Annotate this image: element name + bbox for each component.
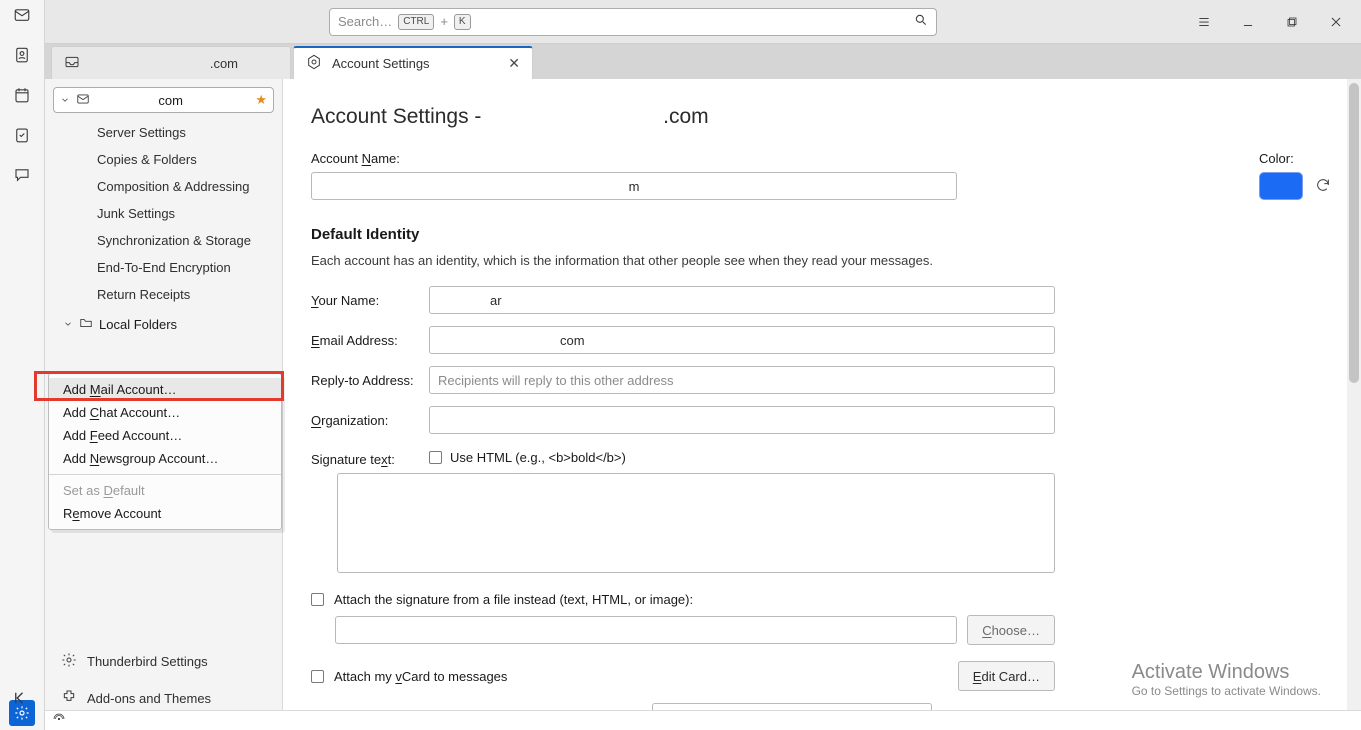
organization-label: Organization: bbox=[311, 413, 423, 428]
default-star-icon: ★ bbox=[255, 92, 267, 108]
signature-text-label: Signature text: bbox=[311, 452, 423, 467]
window-controls bbox=[1197, 15, 1353, 29]
account-name-input[interactable] bbox=[311, 172, 957, 200]
page-title: Account Settings - .com bbox=[311, 105, 1331, 129]
window-restore-icon[interactable] bbox=[1285, 15, 1299, 29]
chevron-down-icon bbox=[60, 93, 70, 108]
tab-close-icon[interactable]: ✕ bbox=[508, 55, 520, 72]
color-label: Color: bbox=[1259, 151, 1331, 166]
edit-card-button[interactable]: Edit Card… bbox=[958, 661, 1055, 691]
account-color-swatch[interactable] bbox=[1259, 172, 1303, 200]
account-settings-list: Server Settings Copies & Folders Composi… bbox=[53, 119, 274, 308]
status-bar bbox=[45, 710, 1361, 730]
sidebar-item-receipts[interactable]: Return Receipts bbox=[53, 281, 274, 308]
folder-icon bbox=[79, 316, 93, 333]
settings-hex-icon bbox=[306, 54, 322, 73]
content-scrollbar[interactable] bbox=[1347, 79, 1361, 730]
gear-icon bbox=[61, 652, 77, 671]
menu-set-default: Set as Default bbox=[49, 479, 281, 502]
inbox-icon bbox=[64, 54, 80, 73]
tabstrip: .com Account Settings ✕ bbox=[45, 44, 1361, 79]
reply-to-input[interactable] bbox=[429, 366, 1055, 394]
address-book-icon[interactable] bbox=[13, 46, 31, 64]
organization-input[interactable] bbox=[429, 406, 1055, 434]
sidebar-item-server[interactable]: Server Settings bbox=[53, 119, 274, 146]
search-icon bbox=[914, 13, 928, 30]
search-placeholder: Search… bbox=[338, 14, 392, 29]
sidebar-item-copies[interactable]: Copies & Folders bbox=[53, 146, 274, 173]
identity-heading: Default Identity bbox=[311, 226, 1331, 243]
tab-account-settings[interactable]: Account Settings ✕ bbox=[293, 46, 533, 79]
choose-file-button[interactable]: Choose… bbox=[967, 615, 1055, 645]
kbd-ctrl: CTRL bbox=[398, 14, 434, 30]
chevron-down-icon bbox=[63, 317, 73, 332]
menu-remove-account[interactable]: Remove Account bbox=[49, 502, 281, 525]
kbd-k: K bbox=[454, 14, 471, 30]
content-pane: Account Settings - .com Account Name: bbox=[283, 79, 1361, 730]
signature-textarea[interactable] bbox=[337, 473, 1055, 573]
menu-add-chat-account[interactable]: Add Chat Account… bbox=[49, 401, 281, 424]
reply-to-label: Reply-to Address: bbox=[311, 373, 423, 388]
window-minimize-icon[interactable] bbox=[1241, 15, 1255, 29]
titlebar: Search… CTRL + K bbox=[45, 0, 1361, 44]
reset-color-icon[interactable] bbox=[1315, 177, 1331, 196]
email-label: Email Address: bbox=[311, 333, 423, 348]
collapse-activity-bar-icon[interactable] bbox=[12, 689, 30, 710]
attach-vcard-checkbox[interactable] bbox=[311, 670, 324, 683]
email-input[interactable] bbox=[429, 326, 1055, 354]
activity-bar bbox=[0, 0, 45, 730]
attach-file-checkbox[interactable] bbox=[311, 593, 324, 606]
menu-add-mail-account[interactable]: Add Mail Account… bbox=[49, 378, 281, 401]
use-html-label: Use HTML (e.g., <b>bold</b>) bbox=[450, 450, 626, 465]
tasks-icon[interactable] bbox=[13, 126, 31, 144]
account-name-label: Account Name: bbox=[311, 151, 957, 166]
tab-label: Account Settings bbox=[332, 56, 498, 71]
menu-add-newsgroup-account[interactable]: Add Newsgroup Account… bbox=[49, 447, 281, 470]
your-name-label: Your Name: bbox=[311, 293, 423, 308]
attach-vcard-label: Attach my vCard to messages bbox=[334, 669, 507, 684]
use-html-checkbox[interactable] bbox=[429, 451, 442, 464]
thunderbird-settings-link[interactable]: Thunderbird Settings bbox=[53, 644, 274, 679]
sidebar-item-e2e[interactable]: End-To-End Encryption bbox=[53, 254, 274, 281]
mail-icon[interactable] bbox=[13, 6, 31, 24]
local-folders-row[interactable]: Local Folders bbox=[53, 310, 274, 339]
identity-desc: Each account has an identity, which is t… bbox=[311, 253, 1331, 268]
mail-account-icon bbox=[76, 92, 90, 109]
window-close-icon[interactable] bbox=[1329, 15, 1343, 29]
global-search[interactable]: Search… CTRL + K bbox=[329, 8, 937, 36]
account-tree-header[interactable]: com ★ bbox=[53, 87, 274, 113]
menu-add-feed-account[interactable]: Add Feed Account… bbox=[49, 424, 281, 447]
sidebar-item-junk[interactable]: Junk Settings bbox=[53, 200, 274, 227]
account-actions-menu: Add Mail Account… Add Chat Account… Add … bbox=[48, 373, 282, 530]
attach-file-label: Attach the signature from a file instead… bbox=[334, 592, 693, 607]
signature-file-input[interactable] bbox=[335, 616, 957, 644]
tab-mail[interactable]: .com bbox=[51, 46, 291, 79]
sidebar-item-sync[interactable]: Synchronization & Storage bbox=[53, 227, 274, 254]
sidebar-item-compose[interactable]: Composition & Addressing bbox=[53, 173, 274, 200]
chat-icon[interactable] bbox=[13, 166, 31, 184]
your-name-input[interactable] bbox=[429, 286, 1055, 314]
puzzle-icon bbox=[61, 689, 77, 708]
app-menu-icon[interactable] bbox=[1197, 15, 1211, 29]
signal-icon bbox=[53, 713, 65, 728]
calendar-icon[interactable] bbox=[13, 86, 31, 104]
